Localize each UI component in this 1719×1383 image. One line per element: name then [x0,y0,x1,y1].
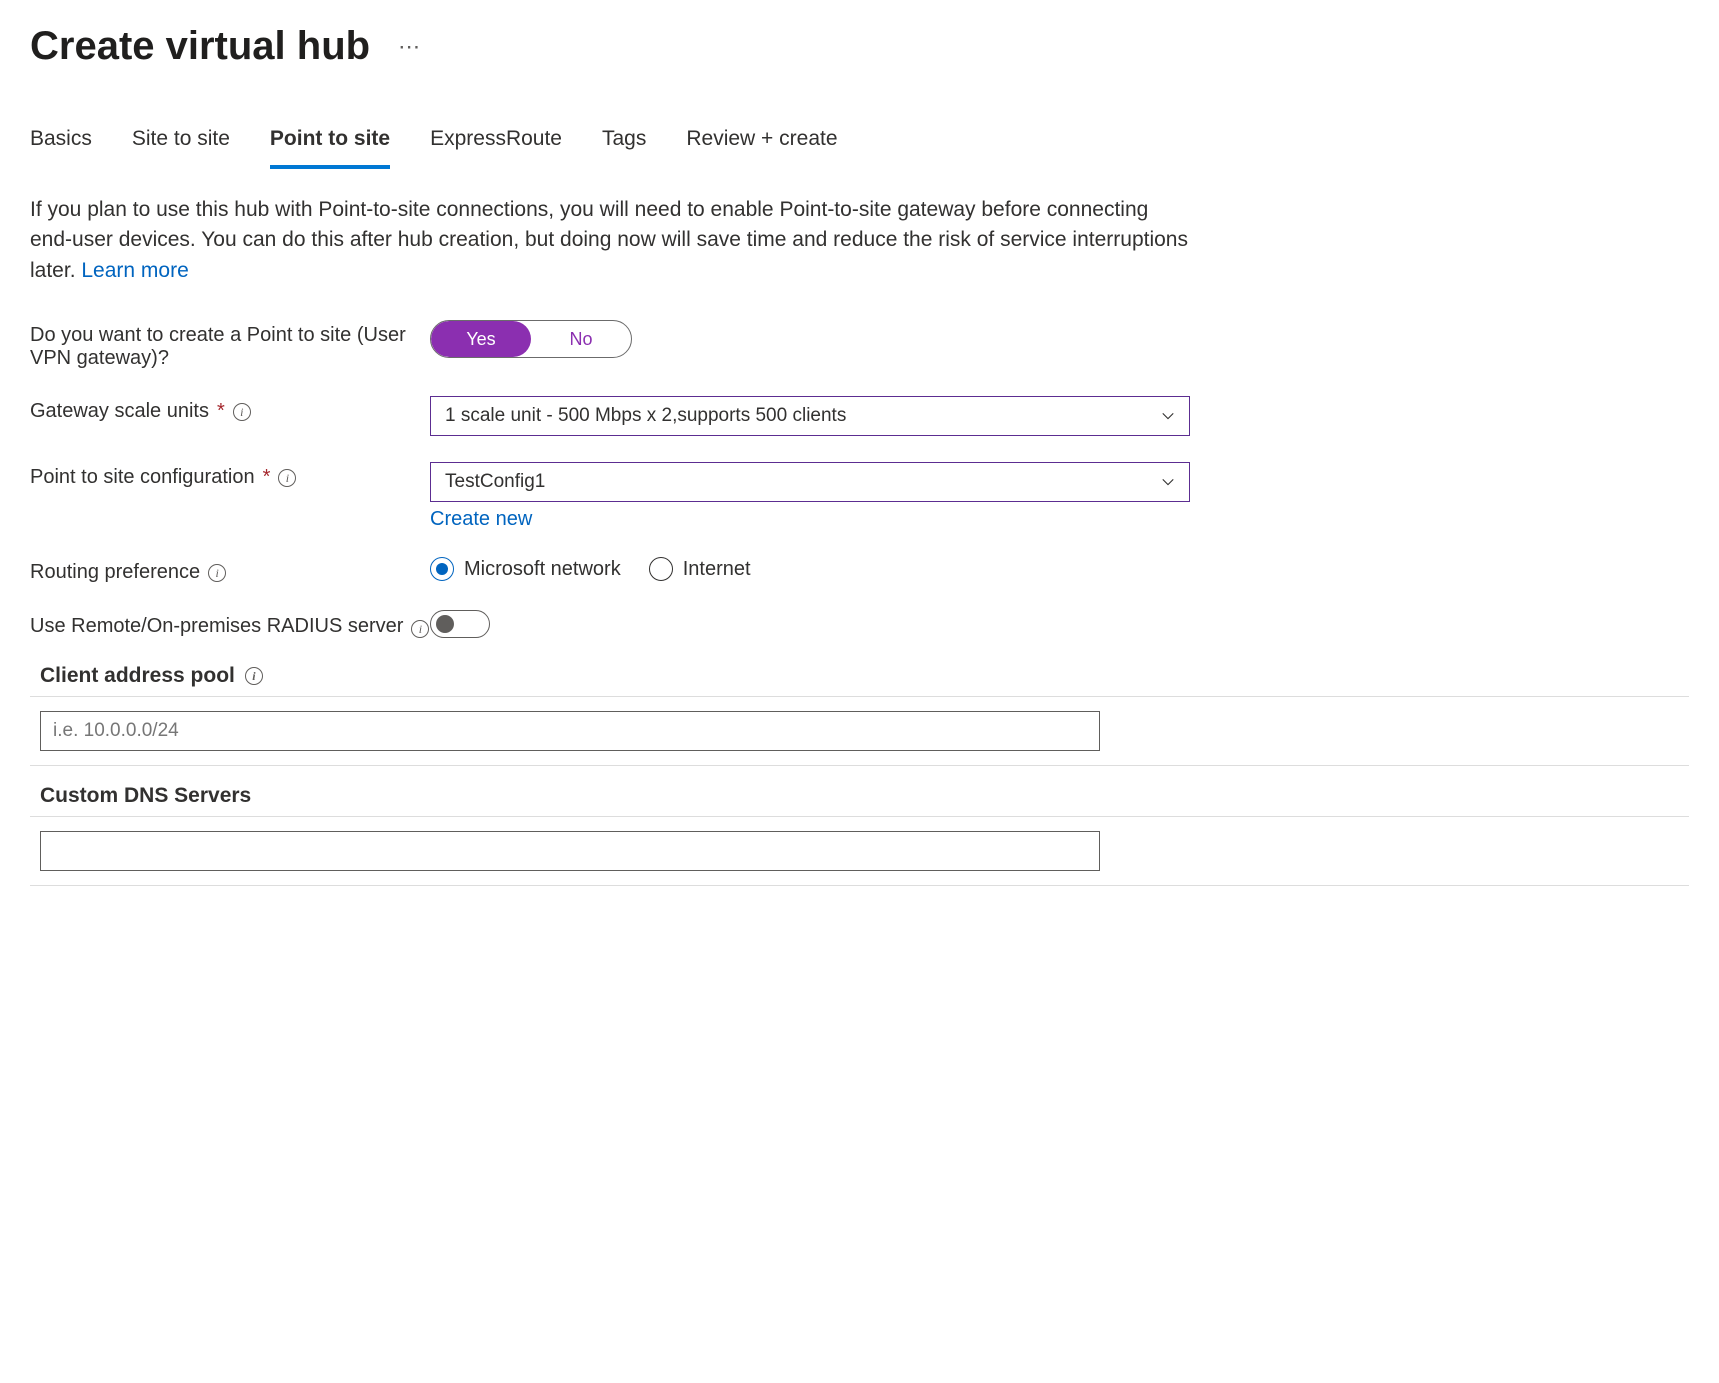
create-p2s-yes[interactable]: Yes [431,321,531,357]
radius-toggle[interactable] [430,610,490,638]
create-p2s-no[interactable]: No [531,321,631,357]
create-new-link[interactable]: Create new [430,508,532,531]
radio-circle-icon [430,557,454,581]
more-icon[interactable]: ⋯ [398,34,421,60]
routing-pref-internet-radio[interactable]: Internet [649,557,751,581]
tab-point-to-site[interactable]: Point to site [270,119,390,169]
scale-units-label: Gateway scale units [30,400,209,423]
divider [30,885,1689,886]
divider [30,765,1689,766]
tab-expressroute[interactable]: ExpressRoute [430,119,562,169]
info-icon[interactable]: i [245,667,263,685]
scale-units-value: 1 scale unit - 500 Mbps x 2,supports 500… [445,405,846,427]
radio-circle-icon [649,557,673,581]
description-text: If you plan to use this hub with Point-t… [30,198,1188,282]
page-title: Create virtual hub [30,24,370,69]
info-icon[interactable]: i [233,403,251,421]
toggle-knob [436,615,454,633]
tab-description: If you plan to use this hub with Point-t… [30,195,1190,286]
info-icon[interactable]: i [208,564,226,582]
divider [30,696,1689,697]
p2s-config-dropdown[interactable]: TestConfig1 [430,462,1190,502]
info-icon[interactable]: i [278,469,296,487]
routing-pref-internet-label: Internet [683,558,751,581]
tab-review-create[interactable]: Review + create [686,119,837,169]
required-asterisk: * [217,400,225,423]
client-pool-input[interactable] [40,711,1100,751]
routing-pref-ms-label: Microsoft network [464,558,621,581]
routing-pref-label: Routing preference [30,561,200,584]
tab-site-to-site[interactable]: Site to site [132,119,230,169]
chevron-down-icon [1161,475,1175,489]
required-asterisk: * [263,466,271,489]
tab-basics[interactable]: Basics [30,119,92,169]
chevron-down-icon [1161,409,1175,423]
info-icon[interactable]: i [411,620,429,638]
tab-tags[interactable]: Tags [602,119,646,169]
radius-label: Use Remote/On-premises RADIUS server [30,615,403,638]
p2s-config-value: TestConfig1 [445,471,545,493]
p2s-config-label: Point to site configuration [30,466,255,489]
create-p2s-label: Do you want to create a Point to site (U… [30,320,430,370]
create-p2s-toggle[interactable]: Yes No [430,320,632,358]
divider [30,816,1689,817]
learn-more-link[interactable]: Learn more [81,259,188,282]
client-pool-header: Client address pool [40,664,235,688]
routing-pref-ms-radio[interactable]: Microsoft network [430,557,621,581]
scale-units-dropdown[interactable]: 1 scale unit - 500 Mbps x 2,supports 500… [430,396,1190,436]
tabs: Basics Site to site Point to site Expres… [30,119,1689,169]
custom-dns-input[interactable] [40,831,1100,871]
custom-dns-header: Custom DNS Servers [40,784,251,808]
